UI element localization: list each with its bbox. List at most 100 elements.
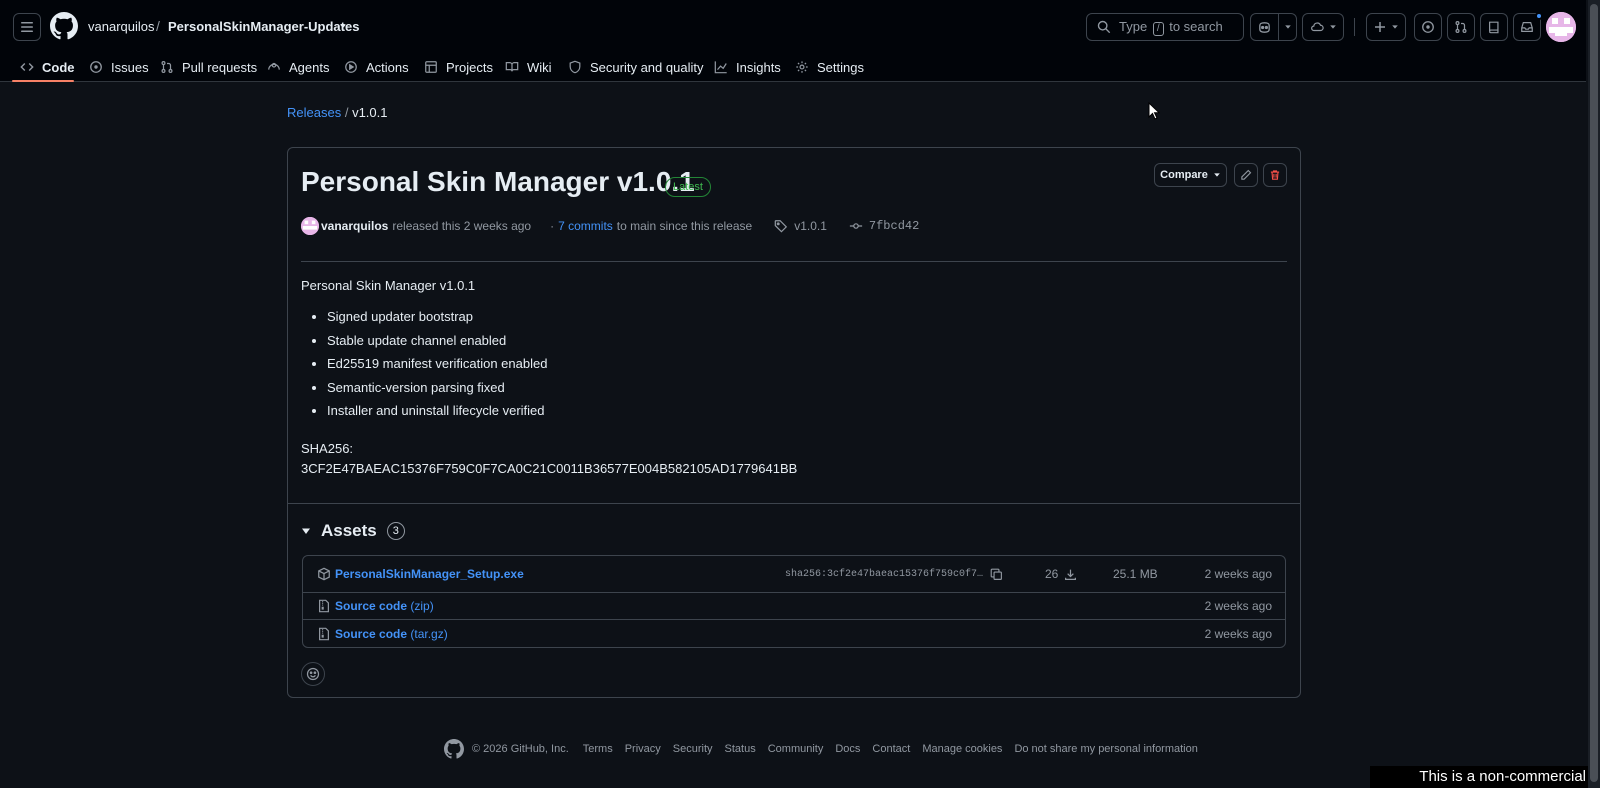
chevron-down-icon (1214, 173, 1220, 177)
hamburger-icon (21, 22, 33, 32)
tab-label: Agents (289, 59, 330, 75)
smiley-icon (306, 667, 320, 681)
author-avatar[interactable] (301, 217, 319, 235)
trash-icon (1270, 170, 1280, 180)
plus-icon (1374, 22, 1385, 32)
scrollbar-thumb[interactable] (1590, 4, 1598, 782)
compare-button[interactable]: Compare (1154, 163, 1227, 187)
list-item: Installer and uninstall lifecycle verifi… (327, 402, 547, 426)
tab-settings[interactable]: Settings (793, 52, 866, 82)
repositories-shortcut-button[interactable] (1480, 13, 1508, 41)
footer-link-contact[interactable]: Contact (872, 743, 910, 755)
breadcrumb-separator: / (344, 105, 349, 120)
footer-link-do-not-share[interactable]: Do not share my personal information (1014, 743, 1197, 755)
repo-nav-tabs: Code Issues Pull requests Agents Actions… (0, 52, 1586, 82)
footer-link-privacy[interactable]: Privacy (625, 743, 661, 755)
tag-link[interactable]: v1.0.1 (774, 219, 827, 233)
cloud-icon[interactable] (1303, 14, 1343, 40)
asset-download-link[interactable]: PersonalSkinManager_Setup.exe (335, 567, 524, 581)
commit-link[interactable]: 7fbcd42 (849, 219, 919, 233)
shield-icon (569, 60, 581, 74)
table-icon (425, 61, 437, 73)
user-avatar[interactable] (1546, 12, 1576, 42)
release-card: Personal Skin Manager v1.0.1 Latest Comp… (287, 147, 1301, 698)
download-icon (1065, 569, 1077, 580)
asset-download-count: 26 (1045, 567, 1077, 581)
tab-label: Projects (446, 59, 493, 75)
repo-name-link[interactable]: PersonalSkinManager-Updates (168, 19, 359, 34)
asset-size: 25.1 MB (1113, 567, 1158, 581)
tab-label: Security and quality (590, 59, 704, 75)
active-tab-indicator (12, 80, 74, 82)
asset-row: Source code (tar.gz) 2 weeks ago (303, 619, 1285, 647)
tab-projects[interactable]: Projects (422, 52, 495, 82)
tab-actions[interactable]: Actions (342, 52, 411, 82)
github-mark-icon[interactable] (444, 739, 464, 759)
graph-icon (714, 61, 727, 74)
list-item: Stable update channel enabled (327, 332, 547, 356)
latest-badge: Latest (665, 177, 711, 197)
tab-label: Insights (736, 59, 781, 75)
search-icon (1097, 20, 1111, 34)
git-pull-request-icon (1455, 21, 1467, 33)
pull-request-icon (161, 61, 173, 73)
tab-security-and-quality[interactable]: Security and quality (566, 52, 705, 82)
codespaces-button[interactable] (1302, 13, 1344, 41)
page-footer: © 2026 GitHub, Inc. Terms Privacy Securi… (444, 739, 1198, 759)
add-reaction-button[interactable] (301, 662, 325, 686)
author-link[interactable]: vanarquilos (321, 219, 388, 233)
release-title[interactable]: Personal Skin Manager v1.0.1 (301, 166, 695, 198)
edit-release-button[interactable] (1234, 163, 1258, 187)
tab-label: Issues (111, 59, 149, 75)
tab-label: Settings (817, 59, 864, 75)
assets-list: PersonalSkinManager_Setup.exe sha256:3cf… (302, 555, 1286, 648)
tab-insights[interactable]: Insights (712, 52, 783, 82)
source-code-targz-link[interactable]: Source code (tar.gz) (335, 627, 448, 641)
github-logo-icon[interactable] (50, 12, 78, 40)
commit-sha: 7fbcd42 (868, 219, 920, 233)
mouse-cursor-icon (1148, 102, 1160, 120)
footer-link-community[interactable]: Community (768, 743, 824, 755)
asset-row: Source code (zip) 2 weeks ago (303, 592, 1285, 619)
copilot-button[interactable] (1250, 13, 1297, 41)
assets-toggle[interactable]: Assets 3 (301, 521, 405, 541)
footer-link-security[interactable]: Security (673, 743, 713, 755)
tab-code[interactable]: Code (18, 52, 77, 82)
copy-icon[interactable] (990, 568, 1003, 581)
repo-owner-link[interactable]: vanarquilos (88, 19, 155, 34)
breadcrumb-releases-link[interactable]: Releases (287, 105, 341, 120)
release-body-heading: Personal Skin Manager v1.0.1 (301, 278, 476, 293)
create-new-button[interactable] (1366, 13, 1406, 41)
delete-release-button[interactable] (1263, 163, 1287, 187)
copilot-icon[interactable] (1251, 14, 1278, 40)
tab-pull-requests[interactable]: Pull requests (158, 52, 259, 82)
inbox-icon (1521, 22, 1533, 32)
search-input[interactable]: Type / to search (1086, 13, 1244, 41)
tab-wiki[interactable]: Wiki (503, 52, 554, 82)
asset-date: 2 weeks ago (1204, 599, 1272, 613)
pull-requests-shortcut-button[interactable] (1447, 13, 1475, 41)
released-text: released this 2 weeks ago (392, 219, 532, 233)
asset-date: 2 weeks ago (1204, 626, 1272, 641)
page-scrollbar[interactable] (1588, 0, 1600, 788)
tab-issues[interactable]: Issues (87, 52, 151, 82)
tab-agents[interactable]: Agents (265, 52, 331, 82)
code-icon (20, 63, 34, 71)
footer-link-manage-cookies[interactable]: Manage cookies (922, 743, 1002, 755)
issues-shortcut-button[interactable] (1414, 13, 1442, 41)
path-separator: / (156, 18, 160, 34)
agent-icon (268, 62, 280, 70)
copilot-dropdown-caret-icon[interactable] (1278, 14, 1296, 40)
source-code-zip-link[interactable]: Source code (zip) (335, 599, 434, 613)
breadcrumb: Releases / v1.0.1 (287, 105, 388, 120)
footer-link-docs[interactable]: Docs (835, 743, 860, 755)
search-placeholder: Type / to search (1119, 18, 1223, 36)
footer-link-status[interactable]: Status (725, 743, 756, 755)
repo-menu-caret-icon[interactable] (338, 21, 348, 31)
file-zip-icon (319, 599, 329, 613)
commits-link[interactable]: 7 commits (558, 219, 613, 233)
top-header: vanarquilos / PersonalSkinManager-Update… (0, 0, 1586, 82)
menu-button[interactable] (13, 13, 41, 41)
footer-link-terms[interactable]: Terms (583, 743, 613, 755)
git-commit-icon (849, 223, 863, 229)
